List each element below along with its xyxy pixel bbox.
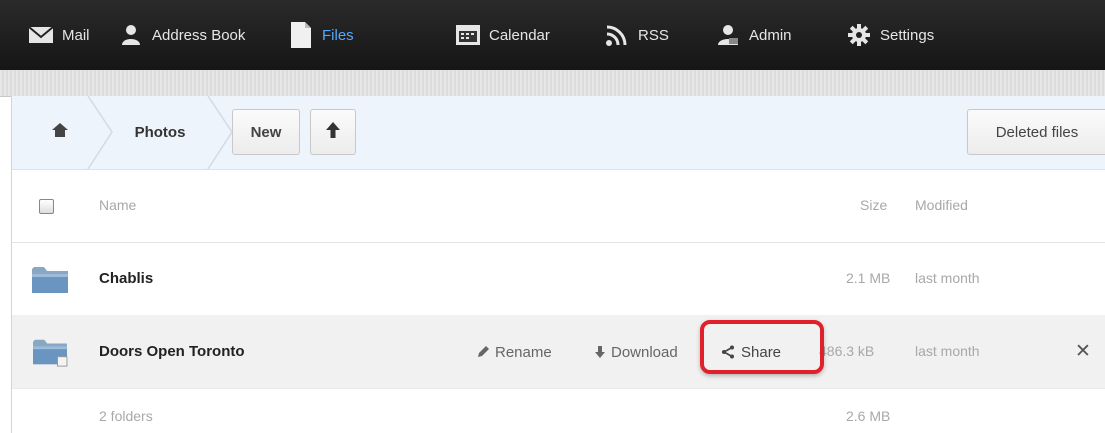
table-row[interactable]: Chablis 2.1 MB last month: [12, 242, 1105, 316]
download-action[interactable]: Download: [594, 341, 678, 363]
file-name[interactable]: Doors Open Toronto: [99, 343, 245, 360]
nav-calendar[interactable]: Calendar: [455, 0, 550, 70]
file-list: Name Size Modified Chablis 2.1 MB last m…: [11, 169, 1105, 433]
upload-arrow-icon: [325, 121, 341, 143]
top-navigation-bar: Mail Address Book Files Calendar RSS Adm…: [0, 0, 1105, 70]
rename-action[interactable]: Rename: [476, 341, 552, 363]
nav-files-label: Files: [322, 26, 354, 44]
file-modified: last month: [915, 343, 980, 359]
file-list-header: Name Size Modified: [12, 169, 1105, 243]
delete-icon[interactable]: ✕: [1075, 340, 1091, 363]
mail-icon: [28, 22, 54, 48]
nav-settings[interactable]: Settings: [846, 0, 934, 70]
admin-icon: [715, 22, 741, 48]
upload-button[interactable]: [310, 109, 356, 155]
column-name[interactable]: Name: [99, 197, 136, 213]
file-size: 2.1 MB: [846, 270, 891, 286]
nav-mail[interactable]: Mail: [28, 0, 90, 70]
nav-rss-label: RSS: [638, 26, 669, 44]
nav-rss[interactable]: RSS: [604, 0, 669, 70]
download-label: Download: [611, 343, 678, 361]
folder-icon: [32, 267, 68, 293]
files-toolbar: Photos New Deleted files: [11, 96, 1105, 170]
home-icon: [51, 122, 69, 142]
summary-row: 2 folders 2.6 MB: [12, 388, 1105, 433]
pencil-icon: [476, 345, 490, 359]
nav-files[interactable]: Files: [288, 0, 354, 70]
breadcrumb-photos[interactable]: Photos: [112, 109, 208, 155]
header-separator: [0, 70, 1105, 97]
nav-admin[interactable]: Admin: [715, 0, 792, 70]
select-all-checkbox[interactable]: [39, 199, 54, 214]
calendar-icon: [455, 22, 481, 48]
table-row[interactable]: Doors Open Toronto Rename Download Share…: [12, 315, 1105, 389]
download-arrow-icon: [594, 345, 606, 359]
file-icon: [288, 22, 314, 48]
nav-mail-label: Mail: [62, 26, 90, 44]
rename-label: Rename: [495, 343, 552, 361]
new-button[interactable]: New: [232, 109, 300, 155]
rss-icon: [604, 22, 630, 48]
folder-count: 2 folders: [99, 408, 153, 424]
file-modified: last month: [915, 270, 980, 286]
gear-icon: [846, 22, 872, 48]
column-size[interactable]: Size: [860, 197, 887, 213]
total-size: 2.6 MB: [846, 408, 891, 424]
share-highlight-callout: [700, 320, 824, 374]
nav-calendar-label: Calendar: [489, 26, 550, 44]
file-name[interactable]: Chablis: [99, 270, 153, 287]
file-size: 486.3 kB: [819, 343, 875, 359]
nav-address-book[interactable]: Address Book: [118, 0, 245, 70]
breadcrumb-home[interactable]: [32, 109, 88, 155]
nav-address-book-label: Address Book: [152, 26, 246, 44]
person-icon: [118, 22, 144, 48]
deleted-files-button[interactable]: Deleted files: [967, 109, 1105, 155]
nav-admin-label: Admin: [749, 26, 792, 44]
folder-icon: [33, 339, 68, 367]
column-modified[interactable]: Modified: [915, 197, 968, 213]
nav-settings-label: Settings: [880, 26, 935, 44]
